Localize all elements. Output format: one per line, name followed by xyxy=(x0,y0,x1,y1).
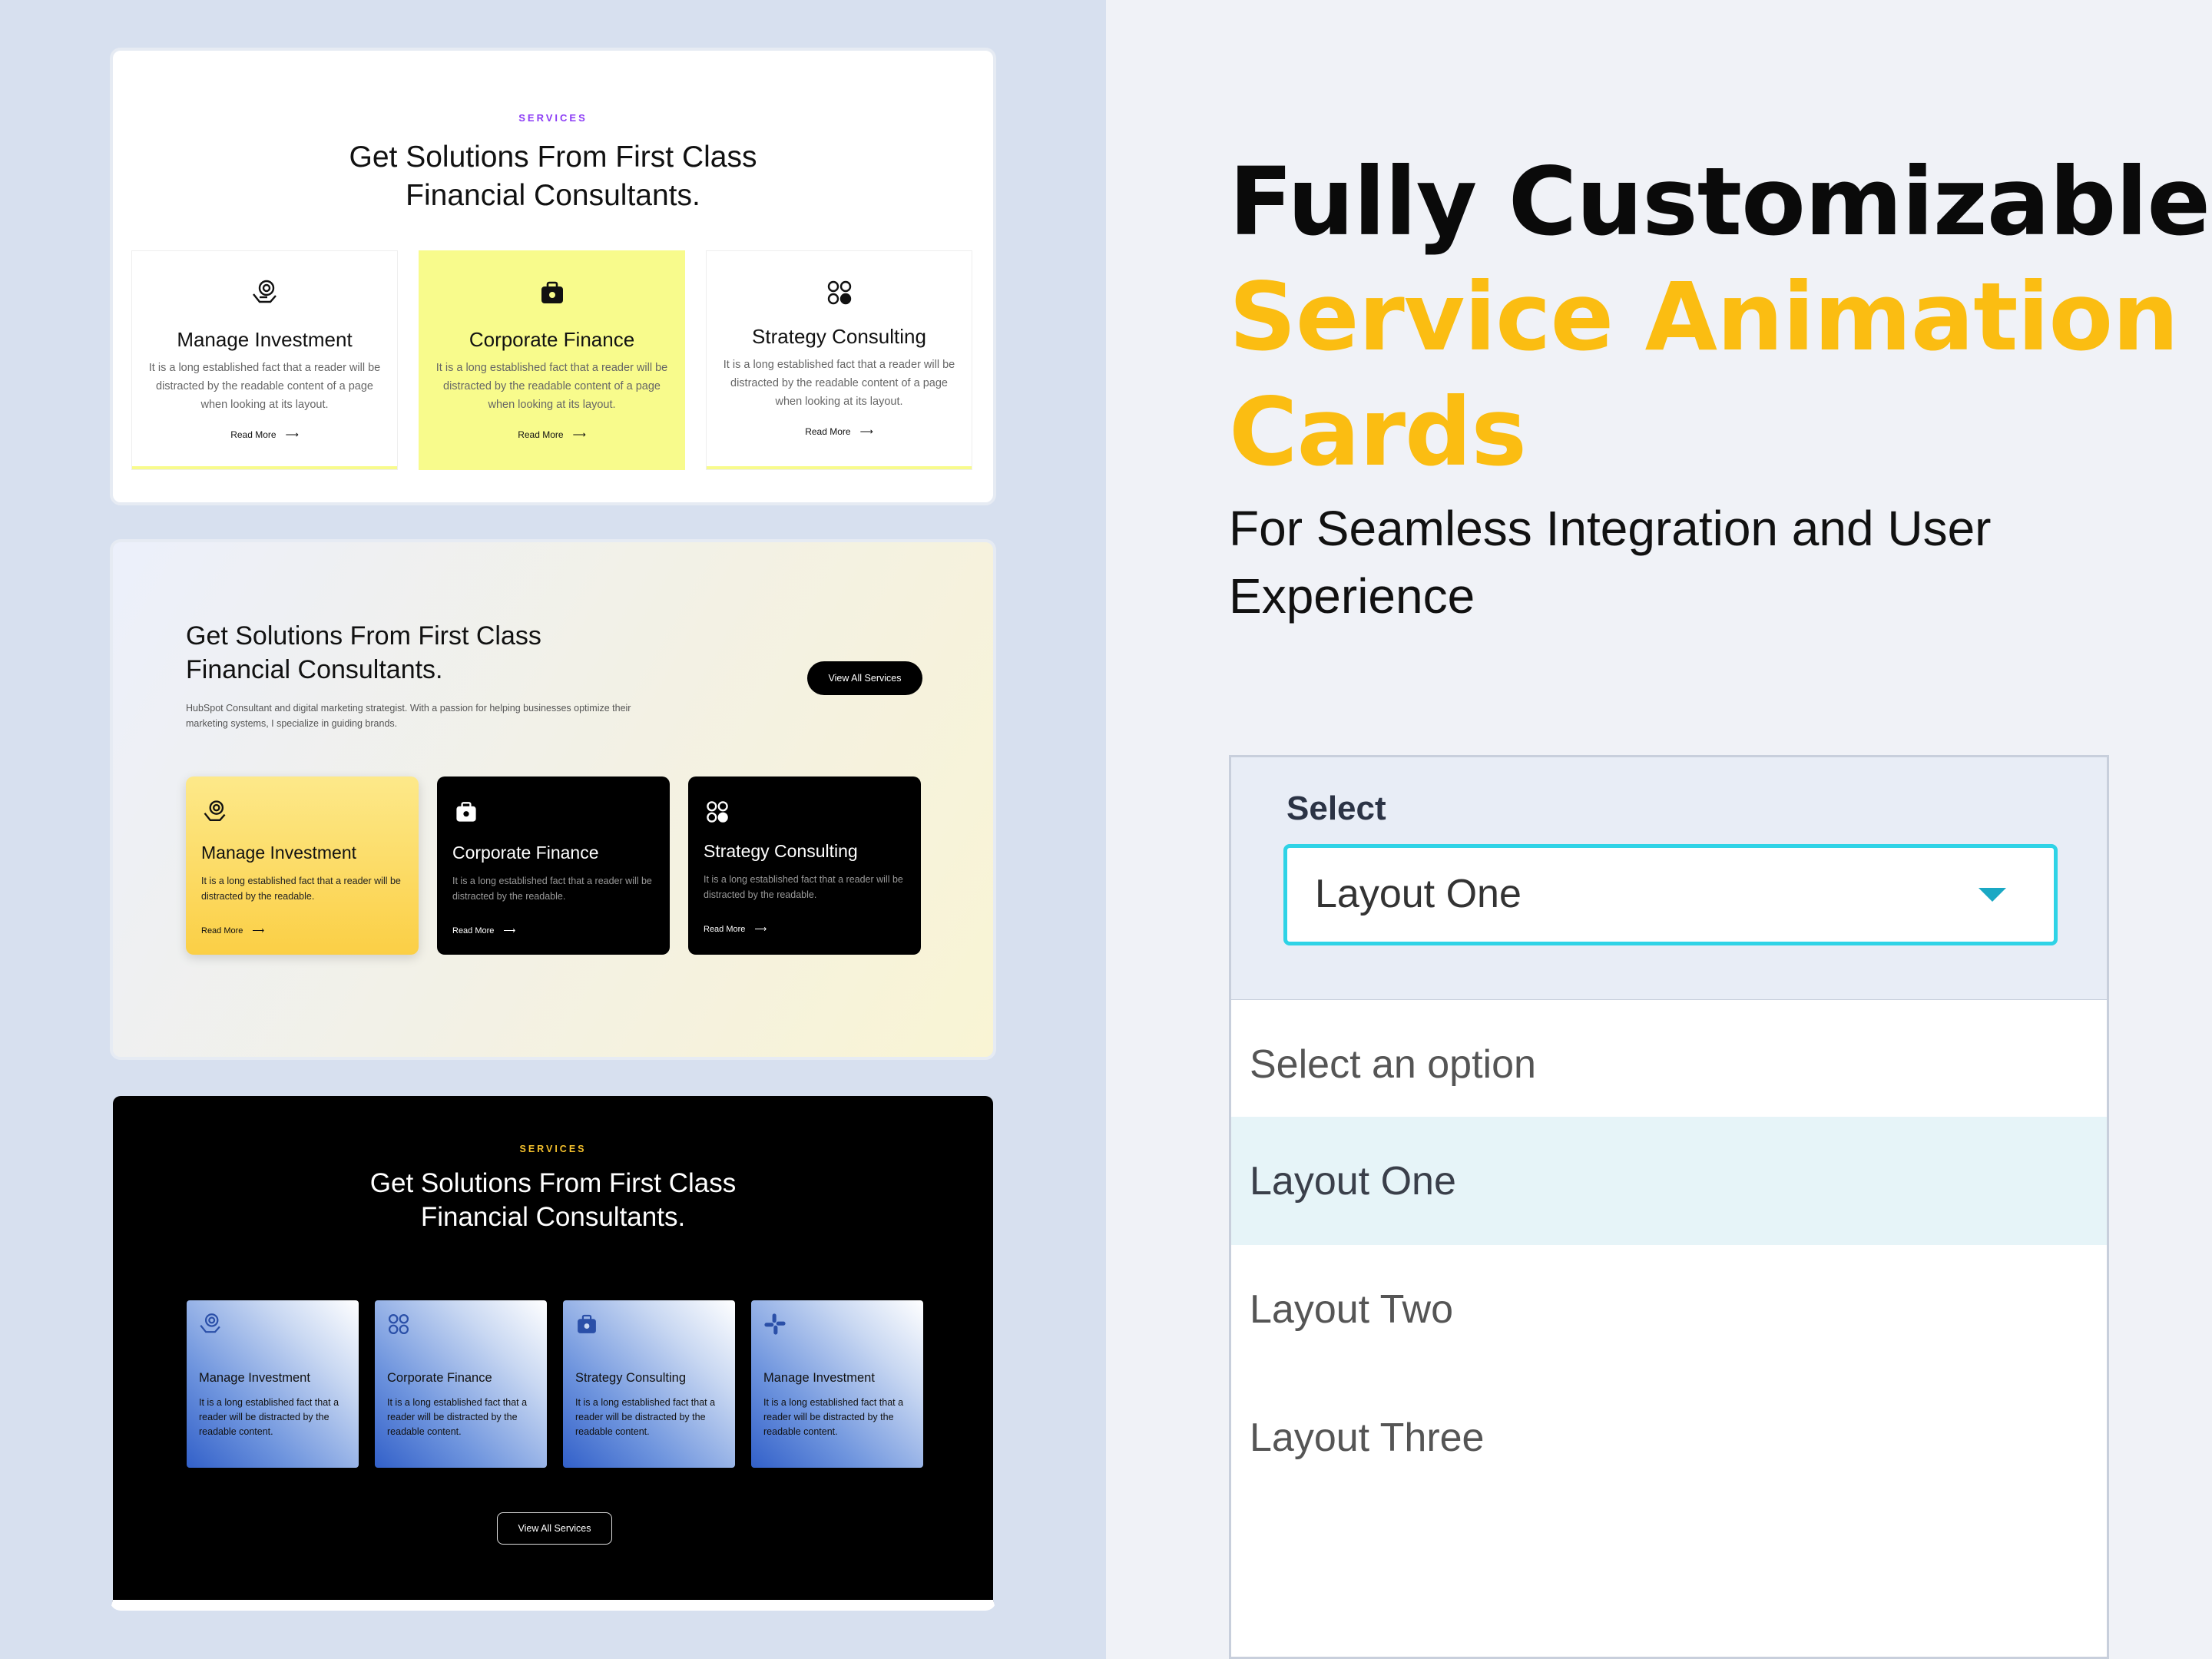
arrow-right-icon: ⟶ xyxy=(859,426,873,437)
slack-icon xyxy=(762,1311,788,1337)
option-layout-three[interactable]: Layout Three xyxy=(1231,1373,2107,1502)
arrow-right-icon: ⟶ xyxy=(503,926,516,935)
arrow-right-icon: ⟶ xyxy=(252,926,265,935)
investment-icon xyxy=(197,1311,224,1337)
read-more-link[interactable]: Read More ⟶ xyxy=(707,426,972,437)
card-underline xyxy=(707,466,972,469)
read-more-link[interactable]: Read More ⟶ xyxy=(419,429,684,440)
card-description: It is a long established fact that a rea… xyxy=(387,1397,528,1437)
service-card-active[interactable]: Corporate Finance It is a long establish… xyxy=(419,250,685,470)
card-title: Manage Investment xyxy=(177,328,353,351)
card-description: It is a long established fact that a rea… xyxy=(435,362,668,411)
card-description: It is a long established fact that a rea… xyxy=(704,874,903,900)
investment-icon xyxy=(132,277,397,308)
card-description: It is a long established fact that a rea… xyxy=(452,876,652,902)
briefcase-icon xyxy=(452,798,480,826)
service-card[interactable]: Corporate Finance It is a long establish… xyxy=(437,777,670,955)
investment-icon xyxy=(201,798,229,826)
section-eyebrow: SERVICES xyxy=(519,1144,587,1154)
read-more-link[interactable]: Read More ⟶ xyxy=(704,924,767,935)
service-card[interactable]: Strategy Consulting It is a long establi… xyxy=(563,1300,735,1468)
service-card-active[interactable]: Manage Investment It is a long establish… xyxy=(186,777,419,955)
card-title: Corporate Finance xyxy=(452,843,599,863)
service-card[interactable]: Strategy Consulting It is a long establi… xyxy=(706,250,972,470)
card-underline xyxy=(132,466,397,469)
dropdown-options-list: Select an option Layout One Layout Two L… xyxy=(1229,999,2109,1659)
view-all-services-button[interactable]: View All Services xyxy=(497,1512,612,1545)
card-description: It is a long established fact that a rea… xyxy=(763,1397,904,1437)
layout-select-dropdown[interactable]: Layout One xyxy=(1283,844,2058,945)
card-title: Manage Investment xyxy=(199,1371,310,1385)
selected-value: Layout One xyxy=(1315,872,1522,916)
caret-down-icon[interactable] xyxy=(1979,888,2006,902)
card-title: Manage Investment xyxy=(201,843,357,863)
card-description: It is a long established fact that a rea… xyxy=(148,362,381,411)
service-card[interactable]: Manage Investment It is a long establish… xyxy=(187,1300,359,1468)
option-placeholder[interactable]: Select an option xyxy=(1231,1000,2107,1128)
card-description: It is a long established fact that a rea… xyxy=(723,359,955,408)
card-title: Strategy Consulting xyxy=(704,841,858,861)
headline-line-1: Fully Customizable xyxy=(1229,147,2210,257)
strategy-icon xyxy=(386,1311,412,1337)
read-more-link[interactable]: Read More ⟶ xyxy=(452,926,516,936)
card-description: It is a long established fact that a rea… xyxy=(575,1397,716,1437)
select-label: Select xyxy=(1286,790,1386,827)
headline: Fully Customizable Service Animation Car… xyxy=(1229,144,2210,490)
card-description: It is a long established fact that a rea… xyxy=(201,876,401,902)
service-card[interactable]: Strategy Consulting It is a long establi… xyxy=(688,777,921,955)
read-more-link[interactable]: Read More ⟶ xyxy=(132,429,397,440)
headline-line-2: Service Animation xyxy=(1229,263,2179,372)
section-title: Get Solutions From First Class Financial… xyxy=(369,1168,737,1232)
section-title: Get Solutions From First Class Financial… xyxy=(349,141,757,212)
card-title: Corporate Finance xyxy=(469,328,635,351)
read-more-link[interactable]: Read More ⟶ xyxy=(201,926,265,936)
section-title: Get Solutions From First Class Financial… xyxy=(186,621,541,684)
layout-one-preview: SERVICES Get Solutions From First Class … xyxy=(110,48,996,505)
layout-select-field: Select Layout One xyxy=(1229,755,2109,999)
option-layout-two[interactable]: Layout Two xyxy=(1231,1245,2107,1373)
card-title: Manage Investment xyxy=(763,1371,875,1385)
briefcase-icon xyxy=(574,1311,600,1337)
headline-line-3: Cards xyxy=(1229,378,1527,487)
layout-two-preview: Get Solutions From First Class Financial… xyxy=(110,539,996,1060)
service-card[interactable]: Corporate Finance It is a long establish… xyxy=(375,1300,547,1468)
section-subtitle: HubSpot Consultant and digital marketing… xyxy=(186,703,631,729)
card-title: Strategy Consulting xyxy=(575,1371,686,1385)
option-layout-one[interactable]: Layout One xyxy=(1231,1117,2107,1245)
headline-subtitle: For Seamless Integration and User Experi… xyxy=(1229,501,1992,624)
strategy-icon xyxy=(707,277,972,308)
briefcase-icon xyxy=(419,277,684,308)
arrow-right-icon: ⟶ xyxy=(754,925,767,934)
arrow-right-icon: ⟶ xyxy=(572,429,586,440)
section-eyebrow: SERVICES xyxy=(518,112,588,124)
card-title: Corporate Finance xyxy=(387,1371,492,1385)
arrow-right-icon: ⟶ xyxy=(285,429,299,440)
card-description: It is a long established fact that a rea… xyxy=(199,1397,339,1437)
view-all-services-button[interactable]: View All Services xyxy=(807,661,922,695)
service-card[interactable]: Manage Investment It is a long establish… xyxy=(131,250,398,470)
strategy-icon xyxy=(704,798,731,826)
service-card[interactable]: Manage Investment It is a long establish… xyxy=(751,1300,923,1468)
card-title: Strategy Consulting xyxy=(752,325,926,348)
layout-three-preview: SERVICES Get Solutions From First Class … xyxy=(110,1093,996,1611)
